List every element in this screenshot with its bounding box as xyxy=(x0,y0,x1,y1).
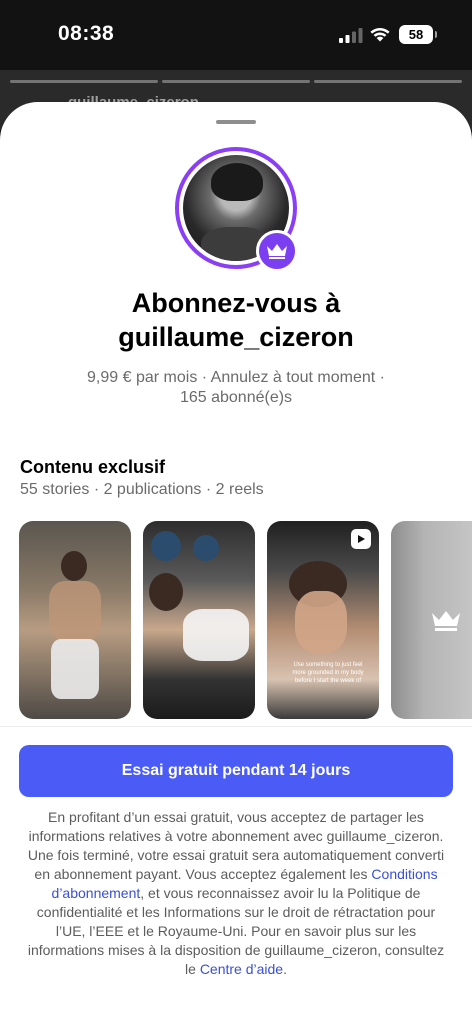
section-meta: 55 stories · 2 publications · 2 reels xyxy=(20,481,264,498)
story-progress-bar xyxy=(10,80,462,83)
signal-icon xyxy=(339,28,363,43)
subscribe-sheet: Abonnez-vous à guillaume_cizeron 9,99 € … xyxy=(0,102,472,1024)
sheet-grabber[interactable] xyxy=(216,120,256,124)
price-info: 9,99 € par mois · Annulez à tout moment … xyxy=(87,369,385,406)
section-title: Contenu exclusif xyxy=(20,457,166,477)
crown-icon xyxy=(432,611,460,631)
thumbnail-2[interactable] xyxy=(143,521,255,719)
exclusive-content-carousel[interactable]: Use something to just feel more grounded… xyxy=(19,521,472,719)
help-center-link[interactable]: Centre d’aide xyxy=(200,961,283,977)
reel-icon xyxy=(351,529,371,549)
wifi-icon xyxy=(370,27,390,42)
thumbnail-4-locked[interactable] xyxy=(391,521,472,719)
thumbnail-caption: Use something to just feel more grounded… xyxy=(292,662,364,684)
divider xyxy=(0,726,472,727)
legal-text: En profitant d’un essai gratuit, vous ac… xyxy=(27,809,445,977)
thumbnail-1[interactable] xyxy=(19,521,131,719)
crown-icon xyxy=(267,244,287,259)
thumbnail-3[interactable]: Use something to just feel more grounded… xyxy=(267,521,379,719)
status-bar: 08:38 58 xyxy=(0,0,472,70)
subscriber-crown-badge xyxy=(256,230,298,272)
page-title: Abonnez-vous à guillaume_cizeron xyxy=(118,288,354,352)
free-trial-button[interactable]: Essai gratuit pendant 14 jours xyxy=(19,745,453,797)
status-time: 08:38 xyxy=(58,22,115,45)
battery-icon: 58 xyxy=(399,25,437,44)
